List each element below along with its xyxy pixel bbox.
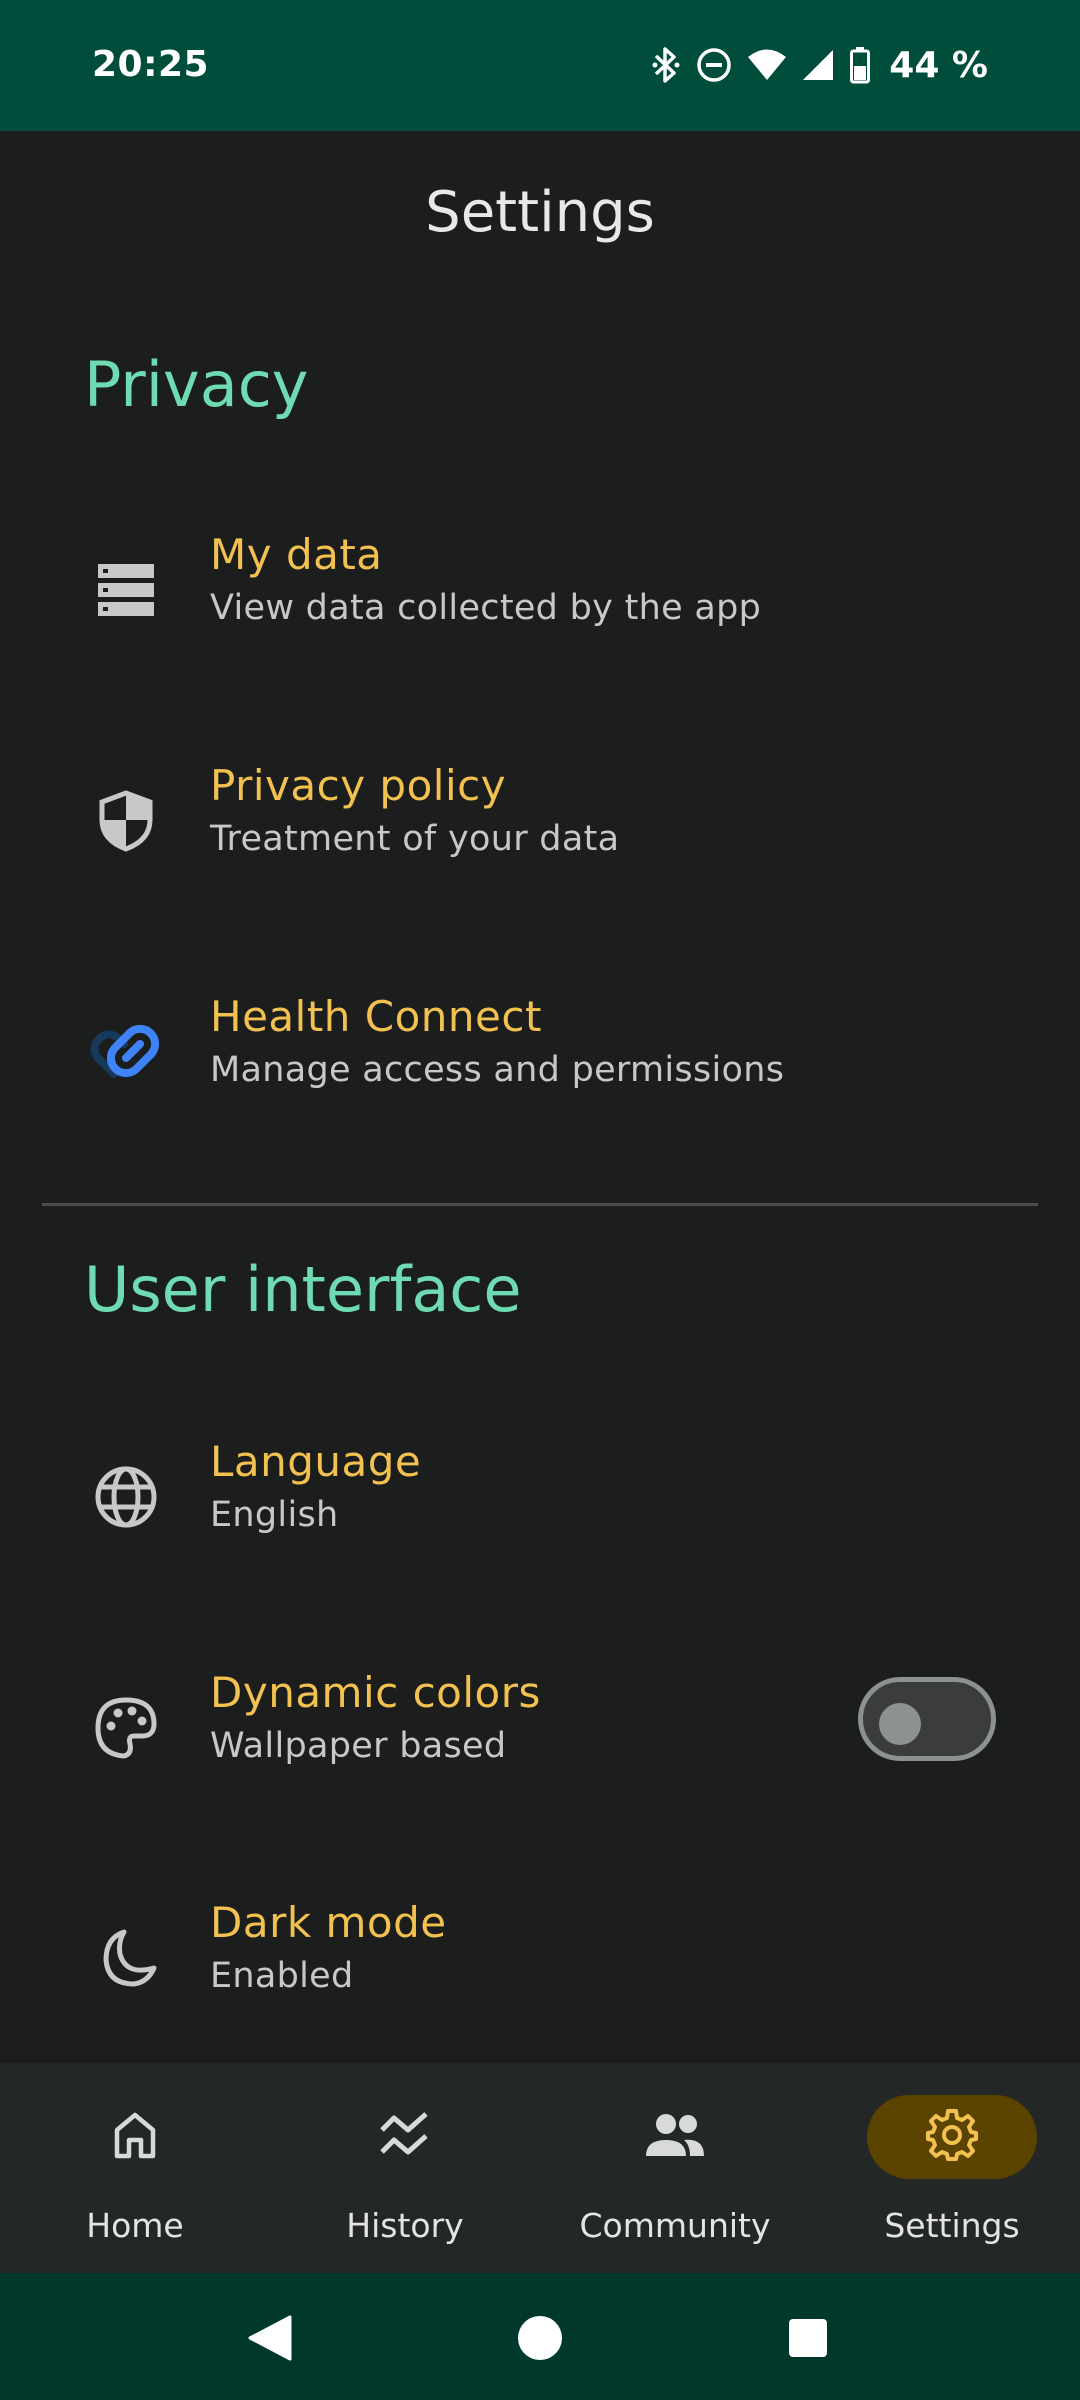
status-bar: 20:25 44 % [0, 0, 1080, 131]
nav-community[interactable]: Community [540, 2063, 810, 2273]
setting-health-connect[interactable]: Health Connect Manage access and permiss… [0, 942, 1080, 1162]
moon-icon [88, 1920, 164, 1996]
history-icon [378, 2110, 432, 2164]
setting-dark-mode[interactable]: Dark mode Enabled [0, 1848, 1080, 2068]
history-icon-wrap [320, 2095, 490, 2179]
globe-icon [88, 1459, 164, 1535]
setting-title: Privacy policy [210, 761, 507, 810]
setting-title: My data [210, 530, 383, 579]
nav-settings[interactable]: Settings [817, 2063, 1080, 2273]
nav-home[interactable]: Home [0, 2063, 270, 2273]
status-time: 20:25 [92, 44, 210, 85]
section-header-privacy: Privacy [84, 348, 309, 421]
community-icon-wrap [590, 2095, 760, 2179]
nav-history[interactable]: History [270, 2063, 540, 2273]
setting-subtitle: Enabled [210, 1956, 354, 1996]
setting-privacy-policy[interactable]: Privacy policy Treatment of your data [0, 711, 1080, 931]
signal-icon [801, 48, 835, 82]
setting-subtitle: English [210, 1495, 339, 1535]
community-icon [644, 2112, 706, 2162]
shield-icon [88, 783, 164, 859]
back-icon[interactable] [248, 2315, 292, 2365]
home-icon [110, 2110, 160, 2164]
nav-label-history: History [346, 2206, 464, 2245]
settings-icon-pill [867, 2095, 1037, 2179]
setting-subtitle: Manage access and permissions [210, 1050, 785, 1090]
setting-subtitle: Treatment of your data [210, 819, 620, 859]
section-divider [42, 1203, 1038, 1206]
recents-icon[interactable] [788, 2318, 828, 2362]
home-button-icon[interactable] [517, 2315, 563, 2365]
toggle-knob [879, 1703, 921, 1745]
setting-title: Health Connect [210, 992, 542, 1041]
home-icon-wrap [50, 2095, 220, 2179]
do-not-disturb-icon [695, 46, 733, 84]
dynamic-colors-toggle[interactable] [858, 1677, 996, 1761]
setting-subtitle: View data collected by the app [210, 588, 762, 628]
setting-language[interactable]: Language English [0, 1387, 1080, 1607]
setting-title: Dynamic colors [210, 1668, 541, 1717]
storage-icon [88, 552, 164, 628]
battery-icon [849, 46, 871, 84]
section-header-user-interface: User interface [84, 1253, 522, 1326]
nav-label-community: Community [579, 2206, 771, 2245]
gear-icon [925, 2108, 979, 2166]
bottom-navigation: Home History Community Settings [0, 2063, 1080, 2273]
setting-title: Dark mode [210, 1898, 447, 1947]
nav-label-home: Home [86, 2206, 184, 2245]
status-icons: 44 % [651, 42, 988, 88]
health-connect-icon [88, 1014, 164, 1090]
nav-label-settings: Settings [884, 2206, 1020, 2245]
page-title: Settings [425, 180, 655, 245]
setting-title: Language [210, 1437, 422, 1486]
setting-my-data[interactable]: My data View data collected by the app [0, 480, 1080, 700]
bluetooth-icon [651, 46, 681, 84]
wifi-icon [747, 48, 787, 82]
battery-percent: 44 % [889, 44, 988, 86]
setting-subtitle: Wallpaper based [210, 1726, 507, 1766]
palette-icon [88, 1690, 164, 1766]
system-navigation-bar [0, 2273, 1080, 2400]
